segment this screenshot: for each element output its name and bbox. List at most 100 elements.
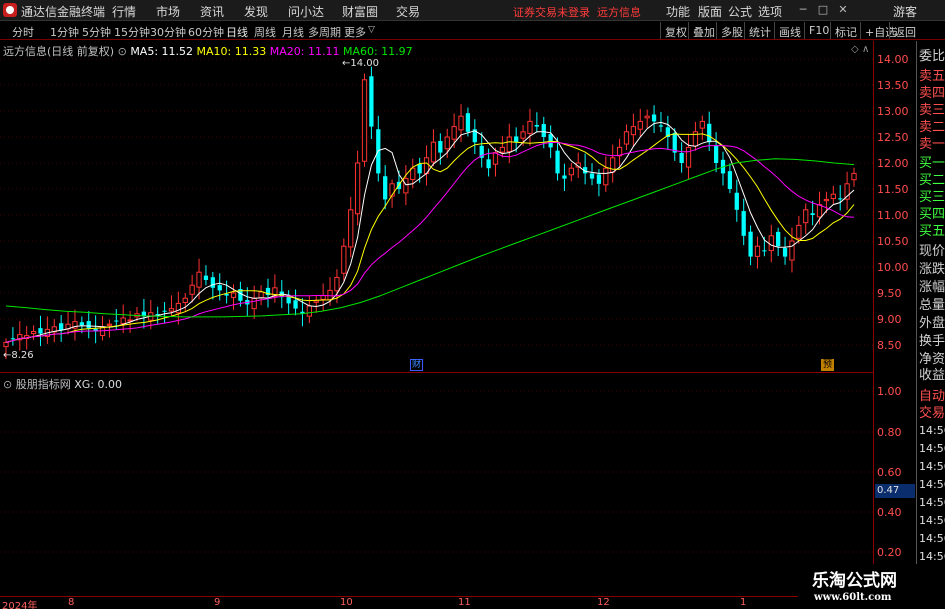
tab-15min[interactable]: 15分钟 xyxy=(114,24,150,40)
side-item[interactable]: 外盘 xyxy=(919,312,945,331)
candle-down xyxy=(555,150,560,174)
menu-item-ask[interactable]: 问小达 xyxy=(288,3,324,20)
candle-down xyxy=(782,248,788,257)
indicator-settings-icon[interactable]: ⊙ xyxy=(3,378,12,391)
candle-down xyxy=(486,159,491,169)
candle-down xyxy=(679,152,684,163)
login-status[interactable]: 证券交易未登录 远方信息 xyxy=(513,4,641,20)
side-item[interactable]: 收益 xyxy=(919,364,945,383)
watermark-url: www.60lt.com xyxy=(814,592,892,603)
candle-up xyxy=(251,297,257,310)
candle-down xyxy=(86,321,91,329)
panel-divider[interactable] xyxy=(0,372,873,373)
overlay-button[interactable]: 叠加 xyxy=(688,22,719,39)
more-chevron-icon[interactable]: ▽ xyxy=(368,25,375,35)
candle-down xyxy=(541,124,546,137)
ind-y-tick: 0.40 xyxy=(877,506,902,519)
y-tick: 10.00 xyxy=(877,261,909,274)
f10-button[interactable]: F10 xyxy=(804,22,833,39)
draw-line-button[interactable]: 画线 xyxy=(774,22,805,39)
side-item[interactable]: 委比 xyxy=(919,45,945,64)
candle-up xyxy=(313,300,319,303)
collapse-icon[interactable]: ∧ xyxy=(862,44,869,55)
candlestick-chart[interactable] xyxy=(0,41,873,373)
menu-item-news[interactable]: 资讯 xyxy=(200,3,224,20)
candle-up xyxy=(630,126,637,136)
ma10-line xyxy=(5,133,855,343)
app-logo-icon xyxy=(3,3,17,17)
ma5-label: MA5: 11.52 xyxy=(130,45,194,58)
tab-multi-period[interactable]: 多周期 xyxy=(308,24,341,40)
indicator-value-tag: 0.47 xyxy=(875,484,915,498)
x-tick: 2024年 xyxy=(2,601,38,609)
maximize-icon[interactable]: □ xyxy=(816,3,830,17)
side-item[interactable]: 现价 xyxy=(919,240,945,259)
indicator-chart[interactable] xyxy=(0,374,873,596)
user-label[interactable]: 游客 xyxy=(893,3,917,20)
candle-up xyxy=(30,330,37,335)
side-item[interactable]: 总量 xyxy=(919,294,945,313)
menu-item-wealth[interactable]: 财富圈 xyxy=(342,3,378,20)
adjust-button[interactable]: 复权 xyxy=(660,22,691,39)
settings-icon[interactable]: ⊙ xyxy=(118,45,127,58)
candle-down xyxy=(114,320,119,322)
tab-5min[interactable]: 5分钟 xyxy=(82,24,111,40)
candle-up xyxy=(410,167,416,181)
chart-info-line: 远方信息(日线 前复权) ⊙ MA5: 11.52 MA10: 11.33 MA… xyxy=(3,43,413,59)
candle-up xyxy=(851,172,857,181)
menu-item-market[interactable]: 市场 xyxy=(156,3,180,20)
tab-60min[interactable]: 60分钟 xyxy=(188,24,224,40)
candle-up xyxy=(403,178,409,194)
tab-intraday[interactable]: 分时 xyxy=(12,24,34,40)
menu-item-discover[interactable]: 发现 xyxy=(244,3,268,20)
forecast-marker[interactable]: 预 xyxy=(821,359,834,371)
tab-30min[interactable]: 30分钟 xyxy=(150,24,186,40)
financial-marker[interactable]: 财 xyxy=(410,359,423,371)
tab-monthly[interactable]: 月线 xyxy=(282,24,304,40)
tab-weekly[interactable]: 周线 xyxy=(254,24,276,40)
candle-up xyxy=(754,245,761,257)
y-tick: 12.00 xyxy=(877,157,909,170)
side-item[interactable]: 换手 xyxy=(919,330,945,349)
candle-up xyxy=(830,193,836,200)
candle-down xyxy=(79,322,84,326)
menu-item-options[interactable]: 选项 xyxy=(758,3,782,20)
ma10-label: MA10: 11.33 xyxy=(196,45,267,58)
tab-daily[interactable]: 日线 xyxy=(226,24,248,40)
menu-item-layout[interactable]: 版面 xyxy=(698,3,722,20)
tick-time: 14:56 xyxy=(919,478,945,491)
close-icon[interactable]: ✕ xyxy=(836,3,850,17)
diamond-icon[interactable]: ◇ xyxy=(851,44,859,55)
side-item[interactable]: 买五 xyxy=(919,220,945,239)
back-button[interactable]: 返回 xyxy=(889,22,920,39)
side-item[interactable]: 卖一 xyxy=(919,133,945,152)
ma20-label: MA20: 11.11 xyxy=(269,45,340,58)
candle-up xyxy=(451,126,457,140)
menu-item-trade[interactable]: 交易 xyxy=(396,3,420,20)
tick-time: 14:56 xyxy=(919,442,945,455)
candle-up xyxy=(3,341,9,348)
menu-item-quotes[interactable]: 行情 xyxy=(112,3,136,20)
tab-1min[interactable]: 1分钟 xyxy=(50,24,79,40)
menu-item-formula[interactable]: 公式 xyxy=(728,3,752,20)
side-item[interactable]: 涨幅 xyxy=(919,276,945,295)
candle-up xyxy=(354,162,361,215)
candle-down xyxy=(293,300,298,309)
multi-stock-button[interactable]: 多股 xyxy=(716,22,747,39)
candle-up xyxy=(306,305,312,317)
xg-value: XG: 0.00 xyxy=(74,378,122,391)
tab-more[interactable]: 更多 xyxy=(344,24,366,40)
menu-item-function[interactable]: 功能 xyxy=(666,3,690,20)
candle-up xyxy=(127,319,133,322)
mark-button[interactable]: 标记 xyxy=(830,22,861,39)
tick-time: 14:56 xyxy=(919,532,945,545)
candle-down xyxy=(838,198,843,200)
minimize-icon[interactable]: ─ xyxy=(796,3,810,17)
candle-down xyxy=(713,145,719,163)
candle-up xyxy=(175,302,181,314)
x-tick: 9 xyxy=(214,597,221,608)
tick-time: 14:56 xyxy=(919,424,945,437)
auto-trade-label[interactable]: 交易 xyxy=(919,402,945,421)
side-item[interactable]: 涨跌 xyxy=(919,258,945,277)
statistics-button[interactable]: 统计 xyxy=(744,22,775,39)
